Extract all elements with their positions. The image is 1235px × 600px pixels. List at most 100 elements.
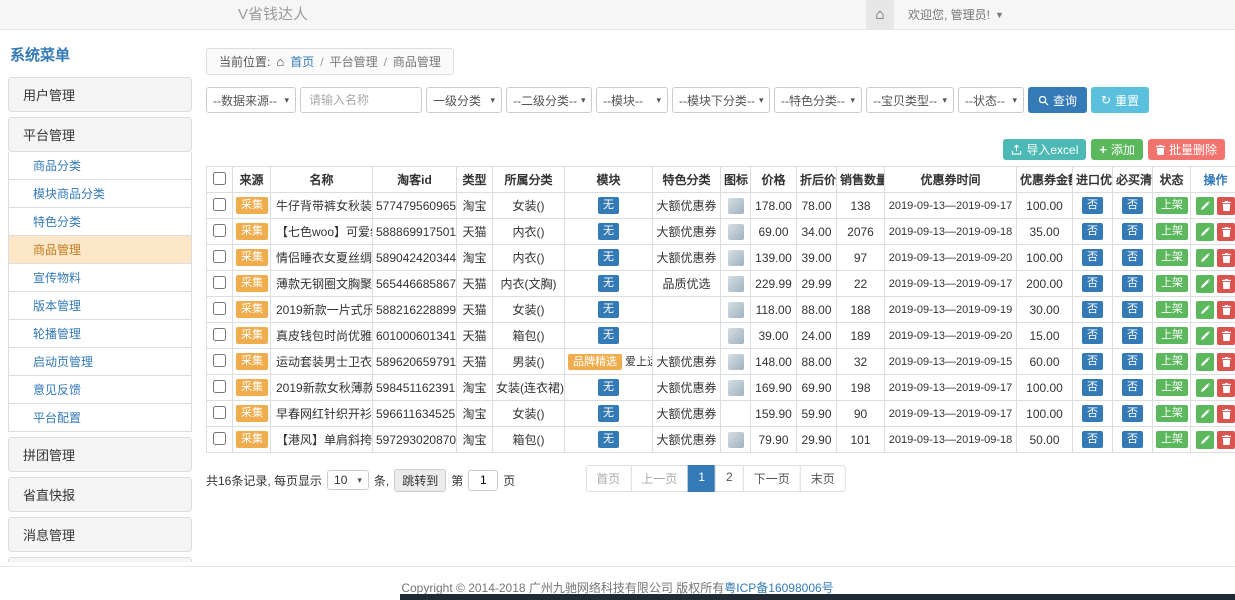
filter-select[interactable]: --模块--▾	[596, 87, 668, 113]
must-buy-toggle[interactable]: 否	[1122, 353, 1143, 369]
reset-button[interactable]: ↻ 重置	[1091, 87, 1149, 113]
sidebar-link[interactable]: 版本管理	[8, 292, 192, 320]
imported-toggle[interactable]: 否	[1082, 275, 1103, 291]
imported-toggle[interactable]: 否	[1082, 223, 1103, 239]
imported-toggle[interactable]: 否	[1082, 379, 1103, 395]
delete-button[interactable]	[1217, 249, 1235, 267]
sidebar-link[interactable]: 宣传物料	[8, 264, 192, 292]
filter-select[interactable]: --模块下分类--▾	[672, 87, 770, 113]
must-buy-toggle[interactable]: 否	[1122, 327, 1143, 343]
edit-button[interactable]	[1196, 301, 1214, 319]
row-checkbox[interactable]	[213, 406, 226, 419]
row-checkbox[interactable]	[213, 302, 226, 315]
edit-button[interactable]	[1196, 379, 1214, 397]
status-badge[interactable]: 上架	[1156, 327, 1188, 343]
page-button[interactable]: 末页	[800, 465, 846, 492]
status-badge[interactable]: 上架	[1156, 353, 1188, 369]
edit-button[interactable]	[1196, 275, 1214, 293]
status-badge[interactable]: 上架	[1156, 379, 1188, 395]
import-excel-button[interactable]: 导入excel	[1003, 139, 1086, 160]
row-checkbox[interactable]	[213, 354, 226, 367]
row-checkbox[interactable]	[213, 198, 226, 211]
page-button[interactable]: 下一页	[743, 465, 801, 492]
delete-button[interactable]	[1217, 301, 1235, 319]
imported-toggle[interactable]: 否	[1082, 301, 1103, 317]
icp-link[interactable]: 粤ICP备16098006号	[724, 581, 833, 595]
page-button[interactable]: 1	[687, 465, 716, 492]
page-button[interactable]: 首页	[585, 465, 631, 492]
edit-button[interactable]	[1196, 405, 1214, 423]
row-checkbox[interactable]	[213, 250, 226, 263]
sidebar-section[interactable]: 消息管理	[8, 517, 192, 552]
must-buy-toggle[interactable]: 否	[1122, 379, 1143, 395]
edit-button[interactable]	[1196, 353, 1214, 371]
must-buy-toggle[interactable]: 否	[1122, 223, 1143, 239]
row-checkbox[interactable]	[213, 328, 226, 341]
status-badge[interactable]: 上架	[1156, 275, 1188, 291]
filter-select[interactable]: --二级分类--▾	[506, 87, 592, 113]
edit-button[interactable]	[1196, 223, 1214, 241]
must-buy-toggle[interactable]: 否	[1122, 431, 1143, 447]
add-button[interactable]: + 添加	[1091, 139, 1143, 160]
delete-button[interactable]	[1217, 197, 1235, 215]
row-checkbox[interactable]	[213, 224, 226, 237]
imported-toggle[interactable]: 否	[1082, 327, 1103, 343]
search-button[interactable]: 查询	[1028, 87, 1087, 113]
must-buy-toggle[interactable]: 否	[1122, 275, 1143, 291]
page-number-input[interactable]	[468, 470, 498, 491]
edit-button[interactable]	[1196, 197, 1214, 215]
row-checkbox[interactable]	[213, 276, 226, 289]
sidebar-section[interactable]: 省直快报	[8, 477, 192, 512]
status-badge[interactable]: 上架	[1156, 405, 1188, 421]
filter-select[interactable]: --数据来源--▾	[206, 87, 296, 113]
must-buy-toggle[interactable]: 否	[1122, 405, 1143, 421]
delete-button[interactable]	[1217, 275, 1235, 293]
imported-toggle[interactable]: 否	[1082, 249, 1103, 265]
filter-select[interactable]: --特色分类--▾	[774, 87, 862, 113]
jump-button[interactable]: 跳转到	[394, 469, 446, 492]
delete-button[interactable]	[1217, 379, 1235, 397]
status-badge[interactable]: 上架	[1156, 249, 1188, 265]
sidebar-link[interactable]: 商品管理	[8, 236, 192, 264]
imported-toggle[interactable]: 否	[1082, 353, 1103, 369]
status-badge[interactable]: 上架	[1156, 301, 1188, 317]
row-checkbox[interactable]	[213, 432, 226, 445]
sidebar-link[interactable]: 模块商品分类	[8, 180, 192, 208]
filter-select[interactable]: --状态--▾	[958, 87, 1024, 113]
filter-select[interactable]: 一级分类▾	[426, 87, 502, 113]
filter-select[interactable]: --宝贝类型--▾	[866, 87, 954, 113]
sidebar-link[interactable]: 轮播管理	[8, 320, 192, 348]
imported-toggle[interactable]: 否	[1082, 197, 1103, 213]
page-button[interactable]: 2	[715, 465, 744, 492]
sidebar-section[interactable]: 用户管理	[8, 77, 192, 112]
user-menu[interactable]: 欢迎您, 管理员! ▼	[908, 6, 1004, 23]
page-button[interactable]: 上一页	[630, 465, 688, 492]
delete-button[interactable]	[1217, 405, 1235, 423]
batch-delete-button[interactable]: 批量删除	[1148, 139, 1225, 160]
delete-button[interactable]	[1217, 327, 1235, 345]
must-buy-toggle[interactable]: 否	[1122, 249, 1143, 265]
must-buy-toggle[interactable]: 否	[1122, 301, 1143, 317]
sidebar-link[interactable]: 特色分类	[8, 208, 192, 236]
imported-toggle[interactable]: 否	[1082, 405, 1103, 421]
sidebar-link[interactable]: 商品分类	[8, 152, 192, 180]
edit-button[interactable]	[1196, 431, 1214, 449]
sidebar-section[interactable]: 拼团管理	[8, 437, 192, 472]
name-search-input[interactable]	[300, 87, 422, 113]
must-buy-toggle[interactable]: 否	[1122, 197, 1143, 213]
sidebar-section[interactable]: 订单管理	[8, 557, 192, 562]
sidebar-link[interactable]: 启动页管理	[8, 348, 192, 376]
imported-toggle[interactable]: 否	[1082, 431, 1103, 447]
delete-button[interactable]	[1217, 223, 1235, 241]
status-badge[interactable]: 上架	[1156, 197, 1188, 213]
sidebar-section[interactable]: 平台管理	[8, 117, 192, 152]
delete-button[interactable]	[1217, 353, 1235, 371]
delete-button[interactable]	[1217, 431, 1235, 449]
edit-button[interactable]	[1196, 327, 1214, 345]
home-button[interactable]: ⌂	[866, 0, 894, 29]
select-all-checkbox[interactable]	[213, 172, 226, 185]
row-checkbox[interactable]	[213, 380, 226, 393]
edit-button[interactable]	[1196, 249, 1214, 267]
status-badge[interactable]: 上架	[1156, 223, 1188, 239]
breadcrumb-home-link[interactable]: 首页	[290, 53, 314, 70]
